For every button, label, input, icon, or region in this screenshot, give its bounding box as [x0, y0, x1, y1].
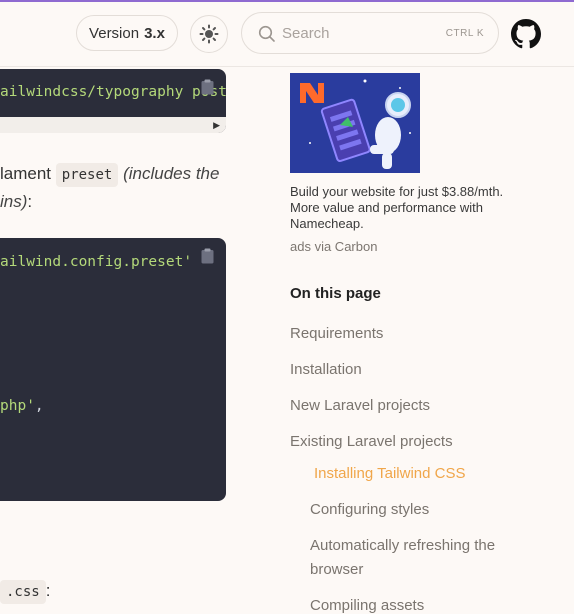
toc-item-automatically-refreshing-cont[interactable]: browser [310, 561, 363, 578]
paragraph-italic: ins) [0, 192, 28, 211]
scroll-right-icon[interactable]: ▶ [213, 120, 220, 131]
horizontal-scrollbar[interactable]: ▶ [0, 117, 226, 133]
code-block-install: ailwindcss/typography postcss ▶ [0, 69, 226, 133]
top-header: Version 3.x Search CTRL K [0, 2, 574, 67]
search-icon [258, 25, 275, 42]
toc-item-requirements[interactable]: Requirements [290, 325, 383, 342]
paragraph-punct: : [27, 192, 33, 211]
code-line: ailwindcss/typography postcss [0, 84, 226, 100]
clipboard-icon[interactable] [201, 248, 214, 264]
toc-item-automatically-refreshing[interactable]: Automatically refreshing the [310, 537, 495, 554]
content-paragraph: lament preset (includes the ins): [0, 160, 240, 216]
paragraph-text: lament [0, 164, 52, 183]
theme-toggle-button[interactable] [190, 15, 228, 53]
search-shortcut: CTRL K [445, 28, 484, 39]
ad-image[interactable] [290, 73, 420, 173]
version-value: 3.x [144, 24, 165, 42]
paragraph-italic: (includes the [123, 164, 220, 183]
code-line: php', [0, 398, 44, 414]
code-string: php' [0, 398, 35, 414]
code-line: ailwind.config.preset' [0, 254, 193, 270]
toc-item-installing-tailwind-css[interactable]: Installing Tailwind CSS [314, 465, 465, 482]
search-placeholder: Search [282, 25, 330, 42]
ad-text[interactable]: Build your website for just $3.88/mth. M… [290, 184, 530, 232]
clipboard-icon[interactable] [201, 79, 214, 95]
inline-code: .css [0, 580, 46, 604]
toc-item-compiling-assets[interactable]: Compiling assets [310, 597, 424, 614]
sun-icon [199, 24, 219, 44]
ad-illustration [290, 73, 420, 173]
code-block-config: ailwind.config.preset' php', [0, 238, 226, 501]
inline-code: preset [55, 163, 119, 187]
ad-via-link[interactable]: ads via Carbon [290, 239, 377, 254]
toc-item-configuring-styles[interactable]: Configuring styles [310, 501, 429, 518]
toc-title: On this page [290, 285, 381, 302]
toc-item-existing-laravel-projects[interactable]: Existing Laravel projects [290, 433, 453, 450]
code-punct: , [34, 398, 44, 414]
search-input[interactable]: Search CTRL K [241, 12, 499, 54]
toc-item-installation[interactable]: Installation [290, 361, 362, 378]
github-icon[interactable] [511, 19, 541, 49]
version-prefix: Version [89, 24, 140, 42]
toc-item-new-laravel-projects[interactable]: New Laravel projects [290, 397, 430, 414]
paragraph-punct: : [45, 581, 51, 600]
version-selector-button[interactable]: Version 3.x [76, 15, 178, 51]
content-paragraph: .css: [0, 580, 50, 604]
